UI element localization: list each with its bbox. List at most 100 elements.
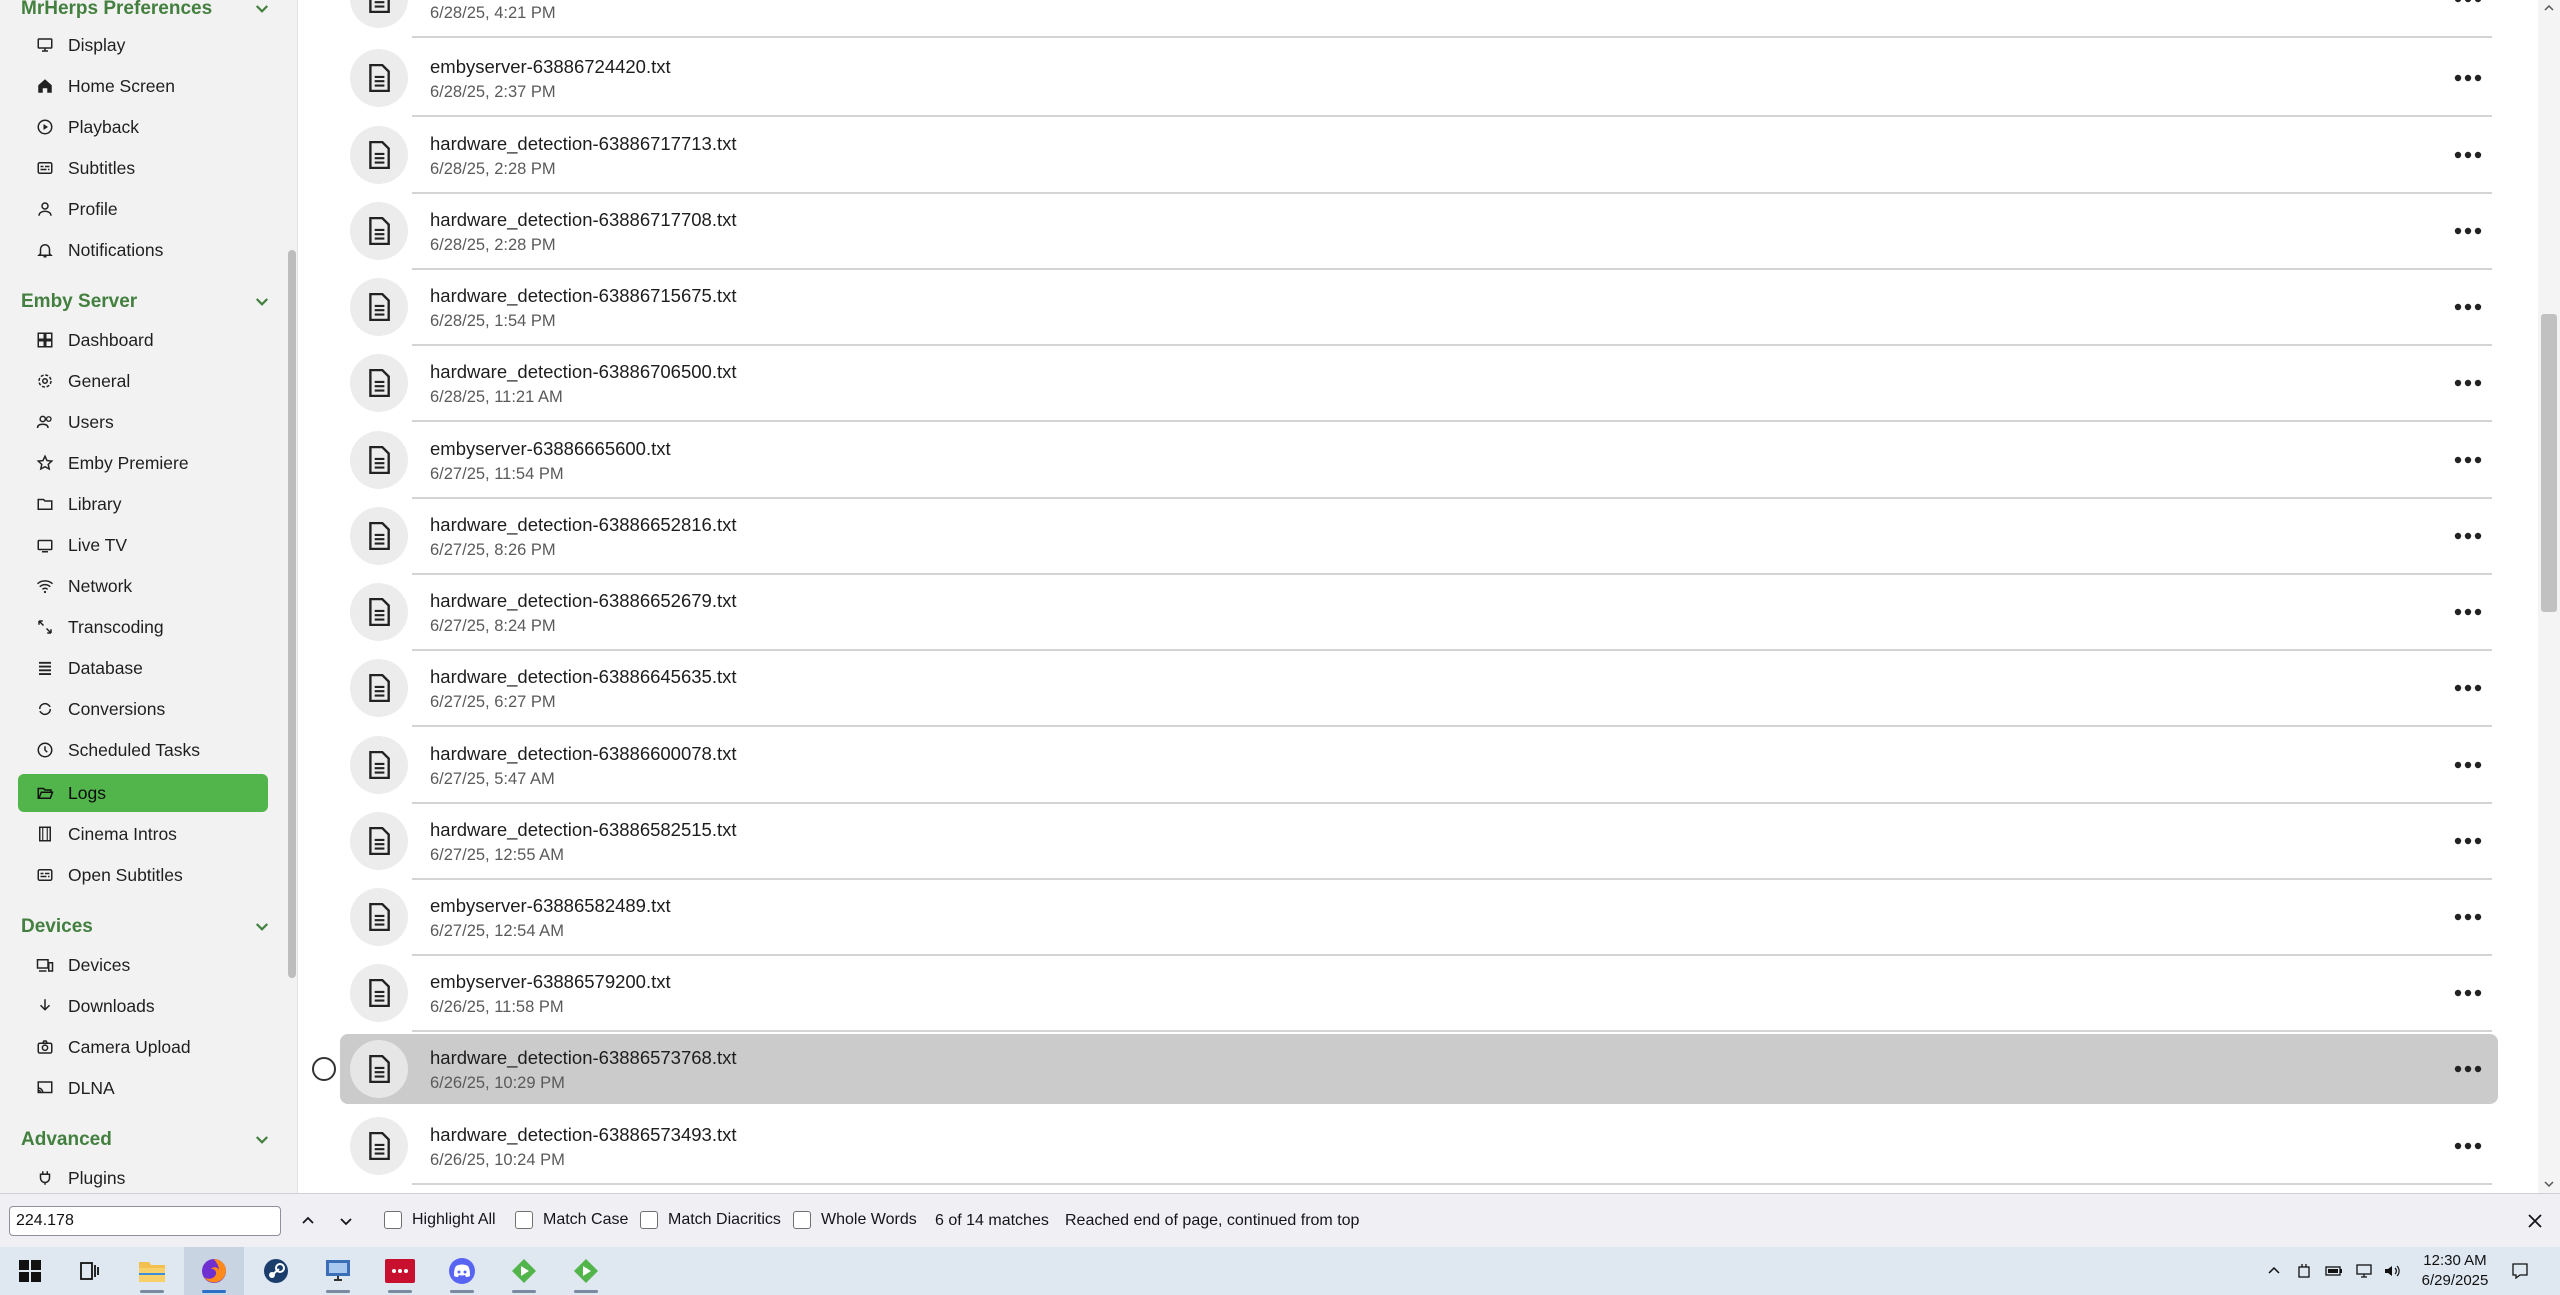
match-diacritics-checkbox[interactable]: Match Diacritics <box>640 1211 781 1229</box>
sidebar-item-dlna[interactable]: DLNA <box>18 1069 268 1107</box>
scroll-down-arrow-icon[interactable] <box>2541 1176 2557 1192</box>
log-row[interactable]: hardware_detection-63886706500.txt 6/28/2… <box>340 348 2498 422</box>
sidebar-item-home-screen[interactable]: Home Screen <box>18 67 268 105</box>
more-options-icon[interactable] <box>2448 1054 2488 1084</box>
sidebar-item-users[interactable]: Users <box>18 403 268 441</box>
sidebar-item-devices[interactable]: Devices <box>18 946 268 984</box>
more-options-icon[interactable] <box>2448 978 2488 1008</box>
log-file-name[interactable]: hardware_detection-63886717713.txt <box>430 133 737 155</box>
checkbox-box[interactable] <box>384 1211 402 1229</box>
sidebar-item-emby-premiere[interactable]: Emby Premiere <box>18 444 268 482</box>
sidebar-item-profile[interactable]: Profile <box>18 190 268 228</box>
more-options-icon[interactable] <box>2448 1131 2488 1161</box>
steam-icon[interactable] <box>246 1247 306 1295</box>
log-row[interactable]: embyserver-63886724420.txt 6/28/25, 2:37 … <box>340 43 2498 117</box>
sidebar-item-plugins[interactable]: Plugins <box>18 1159 268 1193</box>
log-file-name[interactable]: embyserver-63886579200.txt <box>430 971 671 993</box>
remote-desktop-icon[interactable] <box>308 1247 368 1295</box>
find-input[interactable] <box>9 1206 281 1236</box>
checkbox-box[interactable] <box>515 1211 533 1229</box>
sidebar-item-scheduled-tasks[interactable]: Scheduled Tasks <box>18 731 268 769</box>
network-icon[interactable] <box>2352 1259 2376 1283</box>
sidebar-item-conversions[interactable]: Conversions <box>18 690 268 728</box>
more-options-icon[interactable] <box>2448 140 2488 170</box>
media-player-2-icon[interactable] <box>556 1247 616 1295</box>
usb-device-icon[interactable] <box>2292 1259 2316 1283</box>
log-file-name[interactable]: hardware_detection-63886652679.txt <box>430 590 737 612</box>
sidebar-item-database[interactable]: Database <box>18 649 268 687</box>
sidebar-item-network[interactable]: Network <box>18 567 268 605</box>
log-row[interactable]: hardware_detection-63886715675.txt 6/28/2… <box>340 272 2498 346</box>
log-row[interactable]: hardware_detection-63886717708.txt 6/28/2… <box>340 196 2498 270</box>
sidebar-item-playback[interactable]: Playback <box>18 108 268 146</box>
checkbox-box[interactable] <box>793 1211 811 1229</box>
firefox-icon[interactable] <box>184 1247 244 1295</box>
log-row[interactable]: hardware_detection-63886717713.txt 6/28/2… <box>340 120 2498 194</box>
system-clock[interactable]: 12:30 AM 6/29/2025 <box>2400 1251 2510 1291</box>
log-file-name[interactable]: embyserver-63886582489.txt <box>430 895 671 917</box>
sidebar-item-subtitles[interactable]: Subtitles <box>18 149 268 187</box>
chevron-down-icon[interactable] <box>251 291 273 313</box>
sidebar-item-notifications[interactable]: Notifications <box>18 231 268 269</box>
log-file-name[interactable]: embyserver-63886724420.txt <box>430 56 671 78</box>
more-options-icon[interactable] <box>2448 0 2488 14</box>
log-row[interactable]: 6/28/25, 4:21 PM <box>340 0 2498 38</box>
chevron-down-icon[interactable] <box>251 1129 273 1151</box>
log-file-name[interactable]: hardware_detection-63886645635.txt <box>430 666 737 688</box>
sidebar-item-cinema-intros[interactable]: Cinema Intros <box>18 815 268 853</box>
find-previous-button[interactable] <box>294 1207 322 1235</box>
close-icon[interactable] <box>2520 1206 2550 1236</box>
log-file-name[interactable]: hardware_detection-63886652816.txt <box>430 514 737 536</box>
scroll-up-arrow-icon[interactable] <box>2541 0 2557 16</box>
log-row[interactable]: embyserver-63886579200.txt 6/26/25, 11:58… <box>340 958 2498 1032</box>
log-file-name[interactable]: embyserver-63886665600.txt <box>430 438 671 460</box>
more-options-icon[interactable] <box>2448 368 2488 398</box>
section-header-devices[interactable]: Devices <box>21 910 273 944</box>
log-row[interactable]: hardware_detection-63886573493.txt 6/26/2… <box>340 1111 2498 1185</box>
section-header-emby-server[interactable]: Emby Server <box>21 285 273 319</box>
more-options-icon[interactable] <box>2448 445 2488 475</box>
discord-icon[interactable] <box>432 1247 492 1295</box>
log-row[interactable]: hardware_detection-63886573768.txt 6/26/2… <box>340 1034 2498 1104</box>
section-header-advanced[interactable]: Advanced <box>21 1123 273 1157</box>
match-case-checkbox[interactable]: Match Case <box>515 1211 628 1229</box>
sidebar-item-dashboard[interactable]: Dashboard <box>18 321 268 359</box>
section-header-preferences[interactable]: MrHerps Preferences <box>21 0 273 26</box>
chevron-down-icon[interactable] <box>251 0 273 20</box>
sidebar-item-live-tv[interactable]: Live TV <box>18 526 268 564</box>
more-options-icon[interactable] <box>2448 673 2488 703</box>
battery-icon[interactable] <box>2322 1259 2346 1283</box>
log-file-name[interactable]: hardware_detection-63886573768.txt <box>430 1047 737 1069</box>
more-options-icon[interactable] <box>2448 597 2488 627</box>
chevron-down-icon[interactable] <box>251 916 273 938</box>
file-explorer-icon[interactable] <box>122 1247 182 1295</box>
sidebar-item-display[interactable]: Display <box>18 26 268 64</box>
whole-words-checkbox[interactable]: Whole Words <box>793 1211 917 1229</box>
checkbox-box[interactable] <box>640 1211 658 1229</box>
log-file-name[interactable]: hardware_detection-63886717708.txt <box>430 209 737 231</box>
log-row[interactable]: hardware_detection-63886652679.txt 6/27/2… <box>340 577 2498 651</box>
start-icon[interactable] <box>0 1247 60 1295</box>
more-options-icon[interactable] <box>2448 292 2488 322</box>
sidebar-item-transcoding[interactable]: Transcoding <box>18 608 268 646</box>
log-row[interactable]: hardware_detection-63886652816.txt 6/27/2… <box>340 501 2498 575</box>
more-options-icon[interactable] <box>2448 750 2488 780</box>
log-row[interactable]: embyserver-63886665600.txt 6/27/25, 11:54… <box>340 425 2498 499</box>
more-options-icon[interactable] <box>2448 902 2488 932</box>
log-file-name[interactable]: hardware_detection-63886582515.txt <box>430 819 737 841</box>
sidebar-item-general[interactable]: General <box>18 362 268 400</box>
log-row[interactable]: embyserver-63886582489.txt 6/27/25, 12:54… <box>340 882 2498 956</box>
notifications-icon[interactable] <box>2508 1259 2532 1283</box>
sidebar-item-library[interactable]: Library <box>18 485 268 523</box>
sidebar-item-open-subtitles[interactable]: Open Subtitles <box>18 856 268 894</box>
task-view-icon[interactable] <box>60 1247 120 1295</box>
sidebar-scrollbar-thumb[interactable] <box>288 250 296 978</box>
log-row[interactable]: hardware_detection-63886582515.txt 6/27/2… <box>340 806 2498 880</box>
log-file-name[interactable]: hardware_detection-63886573493.txt <box>430 1124 737 1146</box>
sidebar-item-logs[interactable]: Logs <box>18 774 268 812</box>
log-file-name[interactable]: hardware_detection-63886706500.txt <box>430 361 737 383</box>
find-next-button[interactable] <box>332 1207 360 1235</box>
more-options-icon[interactable] <box>2448 521 2488 551</box>
sidebar-item-camera-upload[interactable]: Camera Upload <box>18 1028 268 1066</box>
select-checkbox[interactable] <box>312 1057 336 1081</box>
